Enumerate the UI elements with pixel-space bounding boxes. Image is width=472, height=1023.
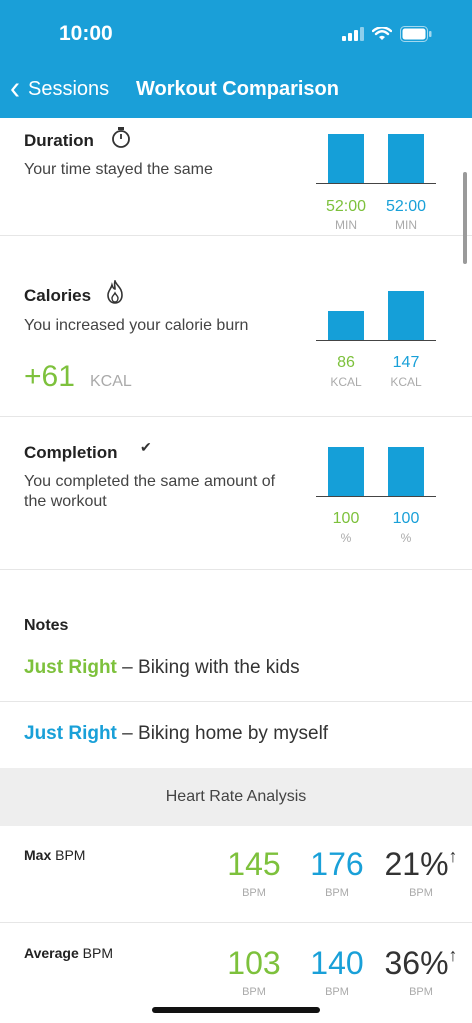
notes-divider bbox=[0, 701, 472, 702]
max-bpm-unit-current: BPM bbox=[325, 887, 349, 899]
flame-icon bbox=[107, 280, 123, 304]
chevron-left-icon: ‹ bbox=[10, 70, 20, 107]
average-bpm-current: 140 bbox=[310, 945, 364, 981]
completion-value-previous: 100 bbox=[332, 510, 360, 527]
checkmark-icon: ✔ bbox=[140, 439, 152, 455]
average-bpm-unit-previous: BPM bbox=[242, 986, 266, 998]
average-bpm-unit-change: BPM bbox=[409, 986, 433, 998]
duration-section: Duration Your time stayed the same 52:00… bbox=[0, 118, 472, 236]
wifi-icon bbox=[372, 26, 392, 40]
completion-description: You completed the same amount of the wor… bbox=[24, 473, 276, 510]
calories-difference-unit: KCAL bbox=[90, 373, 132, 390]
duration-value-current: 52:00 bbox=[385, 198, 427, 215]
completion-baseline bbox=[316, 496, 436, 497]
duration-value-previous: 52:00 bbox=[325, 198, 367, 215]
average-bpm-label: Average BPM bbox=[24, 945, 113, 961]
back-button[interactable]: ‹ Sessions bbox=[10, 70, 110, 107]
calories-unit-previous: KCAL bbox=[330, 375, 362, 389]
heart-rate-header: Heart Rate Analysis bbox=[0, 768, 472, 826]
calories-section: Calories You increased your calorie burn… bbox=[0, 236, 472, 417]
back-label: Sessions bbox=[28, 77, 110, 100]
note-item-previous: Just Right – Biking with the kids bbox=[24, 657, 300, 679]
completion-title: Completion bbox=[24, 443, 118, 462]
calories-value-current: 147 bbox=[392, 354, 420, 371]
average-bpm-unit-current: BPM bbox=[325, 986, 349, 998]
completion-bar-current bbox=[388, 447, 424, 496]
notes-title: Notes bbox=[24, 617, 69, 634]
stopwatch-icon bbox=[112, 127, 130, 148]
average-bpm-previous: 103 bbox=[227, 945, 281, 981]
note-item-current: Just Right – Biking home by myself bbox=[24, 723, 328, 745]
calories-difference: +61 bbox=[24, 360, 75, 393]
note-text-previous: – Biking with the kids bbox=[116, 657, 300, 678]
calories-title: Calories bbox=[24, 286, 92, 305]
arrow-up-icon: ↑ bbox=[448, 846, 458, 866]
note-text-current: – Biking home by myself bbox=[116, 723, 329, 744]
average-bpm-change: 36%↑ bbox=[384, 945, 458, 981]
calories-description: You increased your calorie burn bbox=[24, 317, 249, 334]
duration-bar-previous bbox=[328, 134, 364, 183]
calories-value-previous: 86 bbox=[337, 354, 355, 371]
signal-icon bbox=[342, 27, 364, 41]
calories-bar-current bbox=[388, 291, 424, 340]
max-bpm-unit-previous: BPM bbox=[242, 887, 266, 899]
duration-description: Your time stayed the same bbox=[24, 161, 213, 178]
page-title: Workout Comparison bbox=[136, 78, 339, 100]
calories-baseline bbox=[316, 340, 436, 341]
duration-bar-current bbox=[388, 134, 424, 183]
completion-section: Completion ✔ You completed the same amou… bbox=[0, 417, 472, 570]
completion-unit-current: % bbox=[400, 531, 412, 545]
completion-bar-previous bbox=[328, 447, 364, 496]
note-label-current: Just Right bbox=[24, 723, 117, 744]
calories-unit-current: KCAL bbox=[390, 375, 422, 389]
max-bpm-previous: 145 bbox=[227, 846, 281, 882]
duration-unit-current: MIN bbox=[395, 218, 417, 232]
heart-rate-header-label: Heart Rate Analysis bbox=[165, 788, 307, 805]
battery-icon bbox=[400, 26, 432, 42]
completion-unit-previous: % bbox=[340, 531, 352, 545]
arrow-up-icon: ↑ bbox=[448, 945, 458, 965]
completion-value-current: 100 bbox=[392, 510, 420, 527]
home-indicator[interactable] bbox=[152, 1007, 320, 1013]
status-time: 10:00 bbox=[59, 22, 113, 45]
app-header: 10:00 ‹ Sessions Workout Comparison bbox=[0, 0, 472, 118]
duration-baseline bbox=[316, 183, 436, 184]
calories-bar-previous bbox=[328, 311, 364, 340]
duration-title: Duration bbox=[24, 131, 94, 150]
status-icons bbox=[342, 26, 432, 42]
max-bpm-unit-change: BPM bbox=[409, 887, 433, 899]
heart-rate-divider bbox=[0, 922, 472, 923]
max-bpm-label: Max BPM bbox=[24, 847, 86, 863]
max-bpm-change: 21%↑ bbox=[384, 846, 458, 882]
max-bpm-current: 176 bbox=[310, 846, 364, 882]
duration-unit-previous: MIN bbox=[335, 218, 357, 232]
note-label-previous: Just Right bbox=[24, 657, 117, 678]
scroll-indicator[interactable] bbox=[463, 172, 467, 264]
